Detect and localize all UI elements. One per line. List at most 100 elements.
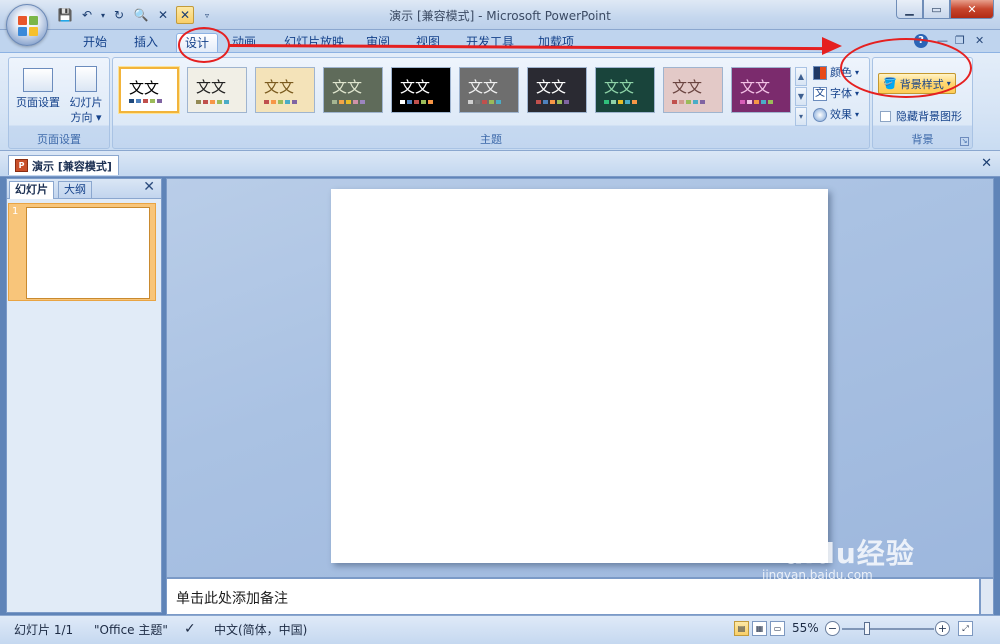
document-tab-label: 演示 [兼容模式] [32,159,112,173]
slide-edit-area [166,178,994,578]
tab-slideshow[interactable]: 幻灯片放映 [276,33,352,52]
normal-view-icon[interactable]: ▤ [734,621,749,636]
slide-orientation-icon [75,66,97,92]
annotation-circle-bg-styles [840,38,972,98]
theme-swatches [740,100,773,104]
powerpoint-file-icon: P [15,159,28,172]
dialog-launcher-icon[interactable]: ↘ [960,137,969,146]
office-button[interactable] [6,4,48,46]
theme-swatches [264,100,297,104]
page-setup-group: 页面设置 幻灯片 方向 ▾ 页面设置 [8,57,110,149]
close-button[interactable]: ✕ [950,0,994,19]
language-indicator[interactable]: 中文(简体，中国) [214,621,307,638]
theme-swatches [129,99,162,103]
document-tab[interactable]: P 演示 [兼容模式] [8,155,119,175]
tab-view[interactable]: 视图 [408,33,448,52]
theme-thumbnail[interactable]: 文文 [391,67,451,113]
tab-review[interactable]: 审阅 [358,33,398,52]
slide-sorter-icon[interactable]: ▦ [752,621,767,636]
theme-thumbnail[interactable]: 文文 [187,67,247,113]
tab-insert[interactable]: 插入 [126,33,166,52]
zoom-out-icon[interactable]: − [825,621,840,636]
theme-thumbnail[interactable]: 文文 [323,67,383,113]
background-group-label: 背景 [911,133,934,146]
theme-thumbnail[interactable]: 文文 [595,67,655,113]
tab-home[interactable]: 开始 [75,33,115,52]
fonts-icon: 文 [813,87,827,101]
theme-sample-text: 文文 [196,78,227,96]
slide-thumbnail-item[interactable]: 1 [8,203,156,301]
theme-thumbnail[interactable]: 文文 [731,67,791,113]
page-setup-button[interactable]: 页面设置 [13,62,63,110]
tab-addins[interactable]: 加载项 [530,33,582,52]
ribbon-restore-icon[interactable]: ❐ [955,34,965,47]
page-setup-icon [23,68,53,92]
slides-panel-tabs: 幻灯片 大纲 ✕ [7,179,161,199]
hide-background-label: 隐藏背景图形 [896,110,962,123]
theme-swatches [400,100,433,104]
hide-background-checkbox[interactable]: 隐藏背景图形 [880,108,962,124]
theme-fonts-button[interactable]: 文 字体 ▾ [813,85,859,103]
notes-scrollbar[interactable] [980,578,994,615]
color-palette-icon [813,66,827,80]
theme-sample-text: 文文 [604,78,635,96]
tab-animation[interactable]: 动画 [224,33,264,52]
theme-thumbnail[interactable]: 文文 [459,67,519,113]
orientation-label-line2: 方向 ▾ [70,111,102,124]
zoom-level[interactable]: 55% [792,621,819,635]
themes-group-label: 主题 [480,133,502,146]
ribbon-tabs: 开始 插入 设计 动画 幻灯片放映 审阅 视图 开发工具 加载项 ? — ❐ ✕ [0,30,1000,52]
theme-sample-text: 文文 [672,78,703,96]
office-logo-icon [18,16,38,36]
page-setup-group-label: 页面设置 [37,133,81,146]
theme-sample-text: 文文 [264,78,295,96]
slideshow-view-icon[interactable]: ▭ [770,621,785,636]
zoom-slider-thumb[interactable] [864,622,870,635]
theme-thumbnail[interactable]: 文文 [255,67,315,113]
theme-sample-text: 文文 [740,78,771,96]
theme-thumbnail[interactable]: 文文 [663,67,723,113]
close-doc-tab-icon[interactable]: ✕ [981,156,992,171]
slide-thumbnail[interactable] [26,207,150,299]
theme-name: "Office 主题" [94,623,168,637]
notes-pane[interactable]: 单击此处添加备注 [166,578,980,615]
page-setup-label: 页面设置 [16,96,60,109]
gallery-more-icon[interactable]: ▾ [795,107,807,126]
window-controls: ▁ ▭ ✕ [896,0,994,19]
slide-orientation-button[interactable]: 幻灯片 方向 ▾ [65,62,107,125]
close-panel-icon[interactable]: ✕ [143,179,155,195]
effects-icon [813,108,827,122]
document-tab-bar: P 演示 [兼容模式] ✕ [0,151,1000,177]
checkbox-icon [880,110,891,122]
slides-panel: 幻灯片 大纲 ✕ 1 [6,178,162,613]
theme-thumbnail[interactable]: 文文 [119,67,179,113]
theme-sample-text: 文文 [332,78,363,96]
slide-canvas[interactable] [331,189,828,563]
theme-effects-button[interactable]: 效果 ▾ [813,106,859,124]
tab-outline[interactable]: 大纲 [58,181,92,199]
restore-button[interactable]: ▭ [923,0,950,19]
theme-fonts-label: 字体 [830,87,852,100]
status-bar: 幻灯片 1/1 "Office 主题" ✓ 中文(简体，中国) ▤ ▦ ▭ 55… [0,615,1000,644]
minimize-button[interactable]: ▁ [896,0,923,19]
theme-gallery-scroller: ▲ ▼ ▾ [795,67,807,127]
spellcheck-icon[interactable]: ✓ [184,621,196,637]
zoom-slider-track[interactable] [842,628,934,630]
ribbon-close-icon[interactable]: ✕ [975,34,984,47]
gallery-up-icon[interactable]: ▲ [795,67,807,86]
tab-slides[interactable]: 幻灯片 [9,181,54,199]
theme-swatches [468,100,501,104]
theme-effects-label: 效果 [830,108,852,121]
title-bar: 💾 ↶ ▾ ↻ 🔍 ✕ ✕ ▿ 演示 [兼容模式] - Microsoft Po… [0,0,1000,46]
gallery-down-icon[interactable]: ▼ [795,87,807,106]
theme-thumbnail[interactable]: 文文 [527,67,587,113]
fit-to-window-icon[interactable]: ⤢ [958,621,973,636]
zoom-in-icon[interactable]: + [935,621,950,636]
orientation-label-line1: 幻灯片 [69,96,103,109]
theme-swatches [672,100,705,104]
watermark-sub: jingyan.baidu.com [762,568,873,582]
annotation-circle-design-tab [178,27,230,63]
tab-developer[interactable]: 开发工具 [458,33,522,52]
theme-swatches [196,100,229,104]
theme-sample-text: 文文 [400,78,431,96]
